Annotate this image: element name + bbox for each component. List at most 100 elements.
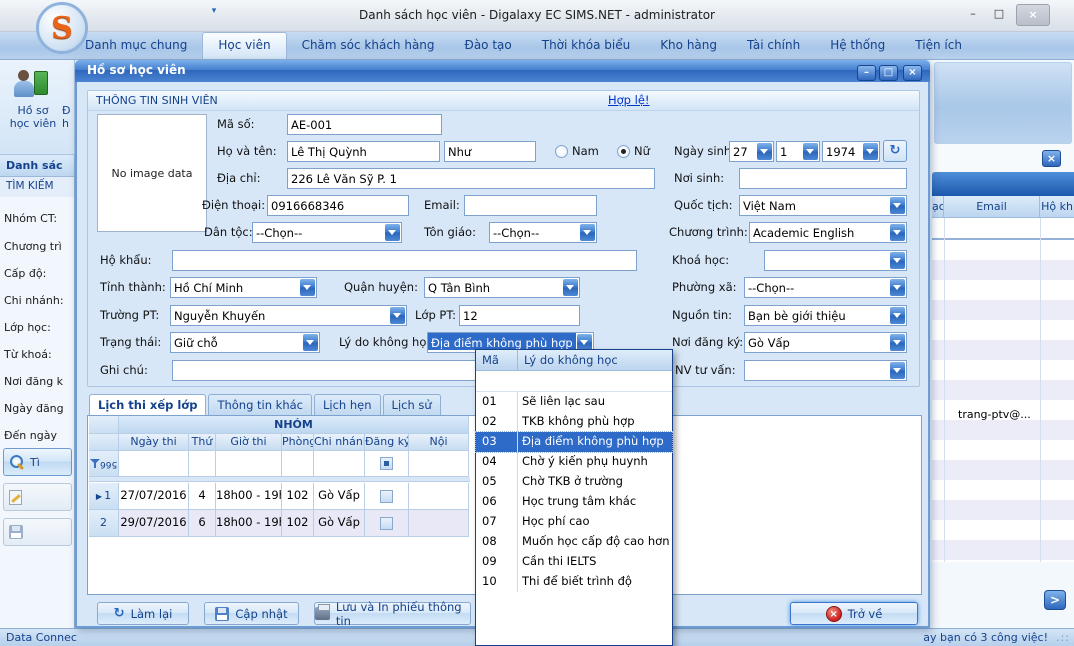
dropdown-item-09[interactable]: 09Cần thi IELTS xyxy=(476,552,672,572)
sidebar-save-button[interactable] xyxy=(3,518,72,546)
radio-nam[interactable] xyxy=(555,145,568,158)
valid-link[interactable]: Hợp lệ! xyxy=(608,93,650,107)
menu-dao-tao[interactable]: Đào tạo xyxy=(450,32,527,59)
chevron-down-icon[interactable] xyxy=(303,334,318,351)
lop-pt-input[interactable] xyxy=(459,305,580,326)
lam-lai-button[interactable]: ↻ Làm lại xyxy=(97,602,189,625)
menu-tien-ich[interactable]: Tiện ích xyxy=(900,32,977,59)
resize-grip-icon[interactable]: .:: xyxy=(1056,631,1070,644)
bg-col-ho-khau[interactable]: Hộ kh xyxy=(1040,196,1074,217)
menu-cham-soc-khach-hang[interactable]: Chăm sóc khách hàng xyxy=(287,32,450,59)
ribbon-partial-button[interactable]: Đ h xyxy=(62,104,75,130)
grid-filter-row[interactable]: 566 xyxy=(89,451,469,477)
dang-ky-checkbox[interactable] xyxy=(380,517,393,530)
birth-day-combo[interactable]: 27 xyxy=(729,141,774,162)
dien-thoai-input[interactable] xyxy=(267,195,409,216)
phuong-xa-combo[interactable]: --Chọn-- xyxy=(744,277,907,298)
tro-ve-button[interactable]: × Trở về xyxy=(790,602,918,625)
chevron-down-icon[interactable] xyxy=(890,197,905,214)
dialog-minimize-button[interactable]: – xyxy=(857,65,876,81)
chevron-down-icon[interactable] xyxy=(803,143,818,160)
filter-icon[interactable] xyxy=(90,458,100,468)
dropdown-item-03-selected[interactable]: 03Địa điểm không phù hợp xyxy=(476,432,672,452)
menu-danh-muc-chung[interactable]: Danh mục chung xyxy=(70,32,202,59)
col-noi-dung[interactable]: Nội xyxy=(409,434,469,451)
nguon-tin-combo[interactable]: Bạn bè giới thiệu xyxy=(744,305,907,326)
bg-col-lien-lac[interactable]: ạc xyxy=(932,196,944,217)
nv-tu-van-combo[interactable] xyxy=(744,360,907,381)
window-maximize-button[interactable]: □ xyxy=(988,6,1010,24)
col-thu[interactable]: Thứ xyxy=(189,434,216,451)
dia-chi-input[interactable] xyxy=(287,168,655,189)
chevron-down-icon[interactable] xyxy=(890,252,905,269)
dropdown-item-07[interactable]: 07Học phí cao xyxy=(476,512,672,532)
ton-giao-combo[interactable]: --Chọn-- xyxy=(489,222,597,243)
menu-kho-hang[interactable]: Kho hàng xyxy=(645,32,732,59)
noi-dang-ky-combo[interactable]: Gò Vấp xyxy=(744,332,907,353)
chevron-down-icon[interactable] xyxy=(890,307,905,324)
chevron-down-icon[interactable] xyxy=(300,279,315,296)
birthdate-refresh-button[interactable]: ↻ xyxy=(883,140,907,162)
chevron-down-icon[interactable] xyxy=(580,224,595,241)
chevron-down-icon[interactable] xyxy=(563,279,578,296)
chevron-down-icon[interactable] xyxy=(890,279,905,296)
menu-thoi-khoa-bieu[interactable]: Thời khóa biểu xyxy=(527,32,645,59)
dang-ky-filter-checkbox[interactable] xyxy=(380,457,393,470)
ma-so-input[interactable] xyxy=(287,114,442,135)
dialog-close-button[interactable]: × xyxy=(903,65,922,81)
radio-nu[interactable] xyxy=(617,145,630,158)
dropdown-item-10[interactable]: 10Thi để biết trình độ xyxy=(476,572,672,592)
tab-thong-tin-khac[interactable]: Thông tin khác xyxy=(208,394,312,415)
quick-access-dropdown-icon[interactable]: ▾ xyxy=(206,6,222,20)
col-dang-ky[interactable]: Đăng ký xyxy=(365,434,409,451)
chuong-trinh-combo[interactable]: Academic English xyxy=(749,222,907,243)
dropdown-item-06[interactable]: 06Học trung tâm khác xyxy=(476,492,672,512)
truong-pt-combo[interactable]: Nguyễn Khuyến xyxy=(170,305,407,326)
sidebar-edit-button[interactable] xyxy=(3,483,72,511)
window-close-button[interactable]: × xyxy=(1016,4,1050,26)
ho-khau-input[interactable] xyxy=(172,250,637,271)
chevron-down-icon[interactable] xyxy=(863,143,878,160)
col-chi-nhanh[interactable]: Chi nhánh xyxy=(314,434,365,451)
chevron-down-icon[interactable] xyxy=(890,224,905,241)
menu-tai-chinh[interactable]: Tài chính xyxy=(732,32,815,59)
dropdown-item-08[interactable]: 08Muốn học cấp độ cao hơn xyxy=(476,532,672,552)
col-ngay-thi[interactable]: Ngày thi xyxy=(119,434,189,451)
tinh-thanh-combo[interactable]: Hồ Chí Minh xyxy=(170,277,317,298)
chevron-down-icon[interactable] xyxy=(385,224,400,241)
cap-nhat-button[interactable]: Cập nhật xyxy=(204,602,299,625)
dropdown-item-01[interactable]: 01Sẽ liên lạc sau xyxy=(476,392,672,412)
birth-year-combo[interactable]: 1974 xyxy=(822,141,880,162)
trang-thai-combo[interactable]: Giữ chỗ xyxy=(170,332,320,353)
col-gio-thi[interactable]: Giờ thi xyxy=(216,434,282,451)
email-input[interactable] xyxy=(464,195,597,216)
sidebar-tab-danh-sach[interactable]: Danh sác xyxy=(0,155,75,177)
chevron-down-icon[interactable] xyxy=(890,362,905,379)
dialog-titlebar[interactable]: Hồ sơ học viên xyxy=(75,60,930,82)
window-minimize-button[interactable]: – xyxy=(962,6,984,24)
schedule-row-2[interactable]: 2 29/07/2016 6 18h00 - 19h00 102 Gò Vấp xyxy=(89,510,469,537)
scroll-right-button[interactable]: > xyxy=(1044,590,1066,610)
noi-sinh-input[interactable] xyxy=(739,168,907,189)
dialog-maximize-button[interactable]: □ xyxy=(879,65,898,81)
menu-he-thong[interactable]: Hệ thống xyxy=(815,32,900,59)
schedule-row-1[interactable]: ▶1 27/07/2016 4 18h00 - 19h00 102 Gò Vấp xyxy=(89,483,469,510)
menu-hoc-vien[interactable]: Học viên xyxy=(202,32,286,59)
chevron-down-icon[interactable] xyxy=(757,143,772,160)
dropdown-item-05[interactable]: 05Chờ TKB ở trường xyxy=(476,472,672,492)
bg-col-email[interactable]: Email xyxy=(944,196,1040,217)
ten-input[interactable] xyxy=(444,141,536,162)
dan-toc-combo[interactable]: --Chọn-- xyxy=(252,222,402,243)
quan-huyen-combo[interactable]: Q Tân Bình xyxy=(424,277,580,298)
birth-month-combo[interactable]: 1 xyxy=(776,141,820,162)
ribbon-hoso-hocvien-button[interactable]: Hồ sơ học viên Đ h xyxy=(0,60,75,155)
khoa-hoc-combo[interactable] xyxy=(764,250,907,271)
col-phong[interactable]: Phòng xyxy=(282,434,314,451)
dropdown-item-02[interactable]: 02TKB không phù hợp xyxy=(476,412,672,432)
dang-ky-checkbox[interactable] xyxy=(380,490,393,503)
tab-lich-thi-xep-lop[interactable]: Lịch thi xếp lớp xyxy=(89,394,206,415)
dropdown-item-04[interactable]: 04Chờ ý kiến phụ huynh xyxy=(476,452,672,472)
tab-lich-su[interactable]: Lịch sử xyxy=(383,394,441,415)
chevron-down-icon[interactable] xyxy=(890,334,905,351)
photo-placeholder[interactable]: No image data xyxy=(97,114,207,232)
